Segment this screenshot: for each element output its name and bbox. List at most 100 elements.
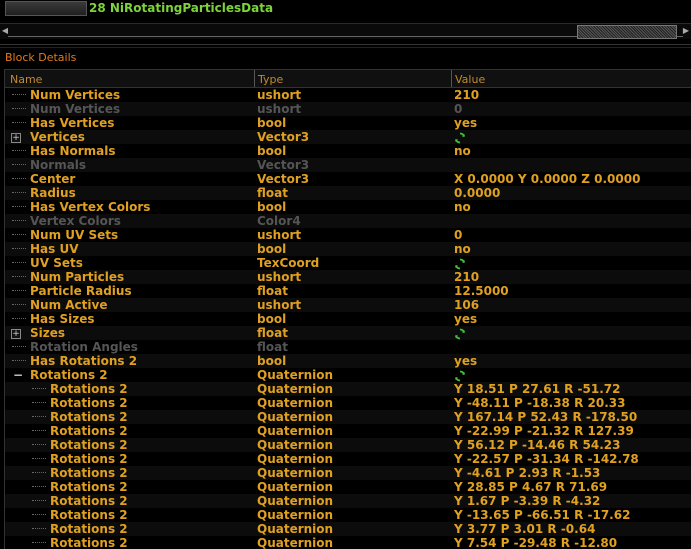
row-type: bool xyxy=(257,242,287,256)
row-name: Rotations 2 xyxy=(50,382,128,396)
tree-connector xyxy=(12,346,26,348)
row-type: bool xyxy=(257,116,287,130)
row-name: Has Vertex Colors xyxy=(30,200,151,214)
row-value: yes xyxy=(454,116,478,130)
scroll-left-icon[interactable]: ◀ xyxy=(1,26,9,36)
block-combo[interactable] xyxy=(5,1,87,16)
column-header-type[interactable]: Type xyxy=(258,73,283,86)
divider xyxy=(0,47,691,48)
table-row[interactable]: UV Sets TexCoord xyxy=(5,256,691,270)
table-row[interactable]: Num Active ushort 106 xyxy=(5,298,691,312)
row-value: 210 xyxy=(454,88,480,102)
table-row[interactable]: + Sizes float xyxy=(5,326,691,340)
table-row[interactable]: Has Vertices bool yes xyxy=(5,116,691,130)
table-row[interactable]: + Vertices Vector3 xyxy=(5,130,691,144)
table-row[interactable]: Particle Radius float 12.5000 xyxy=(5,284,691,298)
row-name: Sizes xyxy=(30,326,66,340)
row-value: Y 7.54 P -29.48 R -12.80 xyxy=(454,536,618,549)
tree-connector xyxy=(32,528,46,530)
table-row[interactable]: Rotation Angles float xyxy=(5,340,691,354)
row-type: float xyxy=(257,284,288,298)
column-header-value[interactable]: Value xyxy=(455,73,485,86)
table-row[interactable]: Rotations 2 Quaternion Y 1.67 P -3.39 R -4… xyxy=(5,494,691,508)
row-name: Has Sizes xyxy=(30,312,95,326)
table-row[interactable]: Has Vertex Colors bool no xyxy=(5,200,691,214)
tree-connector xyxy=(32,458,46,460)
table-row[interactable]: Num Particles ushort 210 xyxy=(5,270,691,284)
table-row[interactable]: Rotations 2 Quaternion Y -4.61 P 2.93 R -1… xyxy=(5,466,691,480)
tree-connector xyxy=(32,542,46,544)
tree-connector xyxy=(12,164,26,166)
row-name: Rotations 2 xyxy=(50,466,128,480)
row-name: UV Sets xyxy=(30,256,83,270)
row-name: Rotations 2 xyxy=(50,424,128,438)
tree-connector xyxy=(12,360,26,362)
block-details-table: Name Type Value Num Vertices ushort 210 Num… xyxy=(4,69,691,549)
table-row[interactable]: Rotations 2 Quaternion Y -13.65 P -66.51 R… xyxy=(5,508,691,522)
block-details-title: Block Details xyxy=(5,51,77,64)
row-value: Y 167.14 P 52.43 R -178.50 xyxy=(454,410,638,424)
column-divider[interactable] xyxy=(451,70,452,87)
table-row[interactable]: Normals Vector3 xyxy=(5,158,691,172)
table-row[interactable]: Num Vertices ushort 210 xyxy=(5,88,691,102)
table-row[interactable]: Rotations 2 Quaternion Y 18.51 P 27.61 R -… xyxy=(5,382,691,396)
table-row[interactable]: Has Sizes bool yes xyxy=(5,312,691,326)
collapse-icon[interactable]: − xyxy=(13,368,23,382)
refresh-icon[interactable] xyxy=(454,130,466,144)
tree-connector xyxy=(12,150,26,152)
table-row[interactable]: Center Vector3 X 0.0000 Y 0.0000 Z 0.0000 xyxy=(5,172,691,186)
row-value: no xyxy=(454,242,471,256)
scroll-thumb[interactable] xyxy=(577,25,677,39)
tree-connector xyxy=(32,444,46,446)
row-type: Quaternion xyxy=(257,368,334,382)
row-value: Y -48.11 P -18.38 R 20.33 xyxy=(454,396,626,410)
row-name: Rotation Angles xyxy=(30,340,138,354)
table-row[interactable]: Has UV bool no xyxy=(5,242,691,256)
table-row[interactable]: Rotations 2 Quaternion Y 3.77 P 3.01 R -0.… xyxy=(5,522,691,536)
row-name: Center xyxy=(30,172,76,186)
row-value: 0 xyxy=(454,228,463,242)
tree-connector xyxy=(12,318,26,320)
row-type: bool xyxy=(257,354,287,368)
column-header-name[interactable]: Name xyxy=(10,73,42,86)
table-row[interactable]: Rotations 2 Quaternion Y -22.57 P -31.34 R… xyxy=(5,452,691,466)
row-value: Y -13.65 P -66.51 R -17.62 xyxy=(454,508,631,522)
table-row[interactable]: Vertex Colors Color4 xyxy=(5,214,691,228)
table-row[interactable]: Rotations 2 Quaternion Y 28.85 P 4.67 R 71… xyxy=(5,480,691,494)
refresh-icon[interactable] xyxy=(454,256,466,270)
row-type: Vector3 xyxy=(257,130,310,144)
row-value: yes xyxy=(454,312,478,326)
table-row[interactable]: Has Rotations 2 bool yes xyxy=(5,354,691,368)
divider xyxy=(0,44,691,45)
table-row[interactable]: Rotations 2 Quaternion Y 7.54 P -29.48 R -… xyxy=(5,536,691,549)
row-name: Vertices xyxy=(30,130,85,144)
table-row[interactable]: Has Normals bool no xyxy=(5,144,691,158)
tree-connector xyxy=(32,388,46,390)
expand-icon[interactable]: + xyxy=(11,329,21,339)
row-value: 12.5000 xyxy=(454,284,509,298)
horizontal-scrollbar[interactable]: ◀ ▶ xyxy=(0,23,691,39)
row-name: Rotations 2 xyxy=(50,508,128,522)
column-divider[interactable] xyxy=(254,70,255,87)
block-title: 28 NiRotatingParticlesData xyxy=(89,1,274,15)
expand-icon[interactable]: + xyxy=(11,133,21,143)
table-row[interactable]: − Rotations 2 Quaternion xyxy=(5,368,691,382)
table-row[interactable]: Rotations 2 Quaternion Y -48.11 P -18.38 R… xyxy=(5,396,691,410)
table-row[interactable]: Rotations 2 Quaternion Y -22.99 P -21.32 R… xyxy=(5,424,691,438)
table-row[interactable]: Num Vertices ushort 0 xyxy=(5,102,691,116)
refresh-icon[interactable] xyxy=(454,326,466,340)
table-row[interactable]: Rotations 2 Quaternion Y 56.12 P -14.46 R … xyxy=(5,438,691,452)
row-name: Rotations 2 xyxy=(50,522,128,536)
row-type: Quaternion xyxy=(257,480,334,494)
table-row[interactable]: Rotations 2 Quaternion Y 167.14 P 52.43 R … xyxy=(5,410,691,424)
scroll-right-icon[interactable]: ▶ xyxy=(682,26,690,36)
row-value: yes xyxy=(454,354,478,368)
row-name: Radius xyxy=(30,186,76,200)
row-value: 106 xyxy=(454,298,480,312)
tree-connector xyxy=(32,402,46,404)
tree-connector xyxy=(32,416,46,418)
table-row[interactable]: Num UV Sets ushort 0 xyxy=(5,228,691,242)
table-row[interactable]: Radius float 0.0000 xyxy=(5,186,691,200)
refresh-icon[interactable] xyxy=(454,368,466,382)
tree-connector xyxy=(32,472,46,474)
